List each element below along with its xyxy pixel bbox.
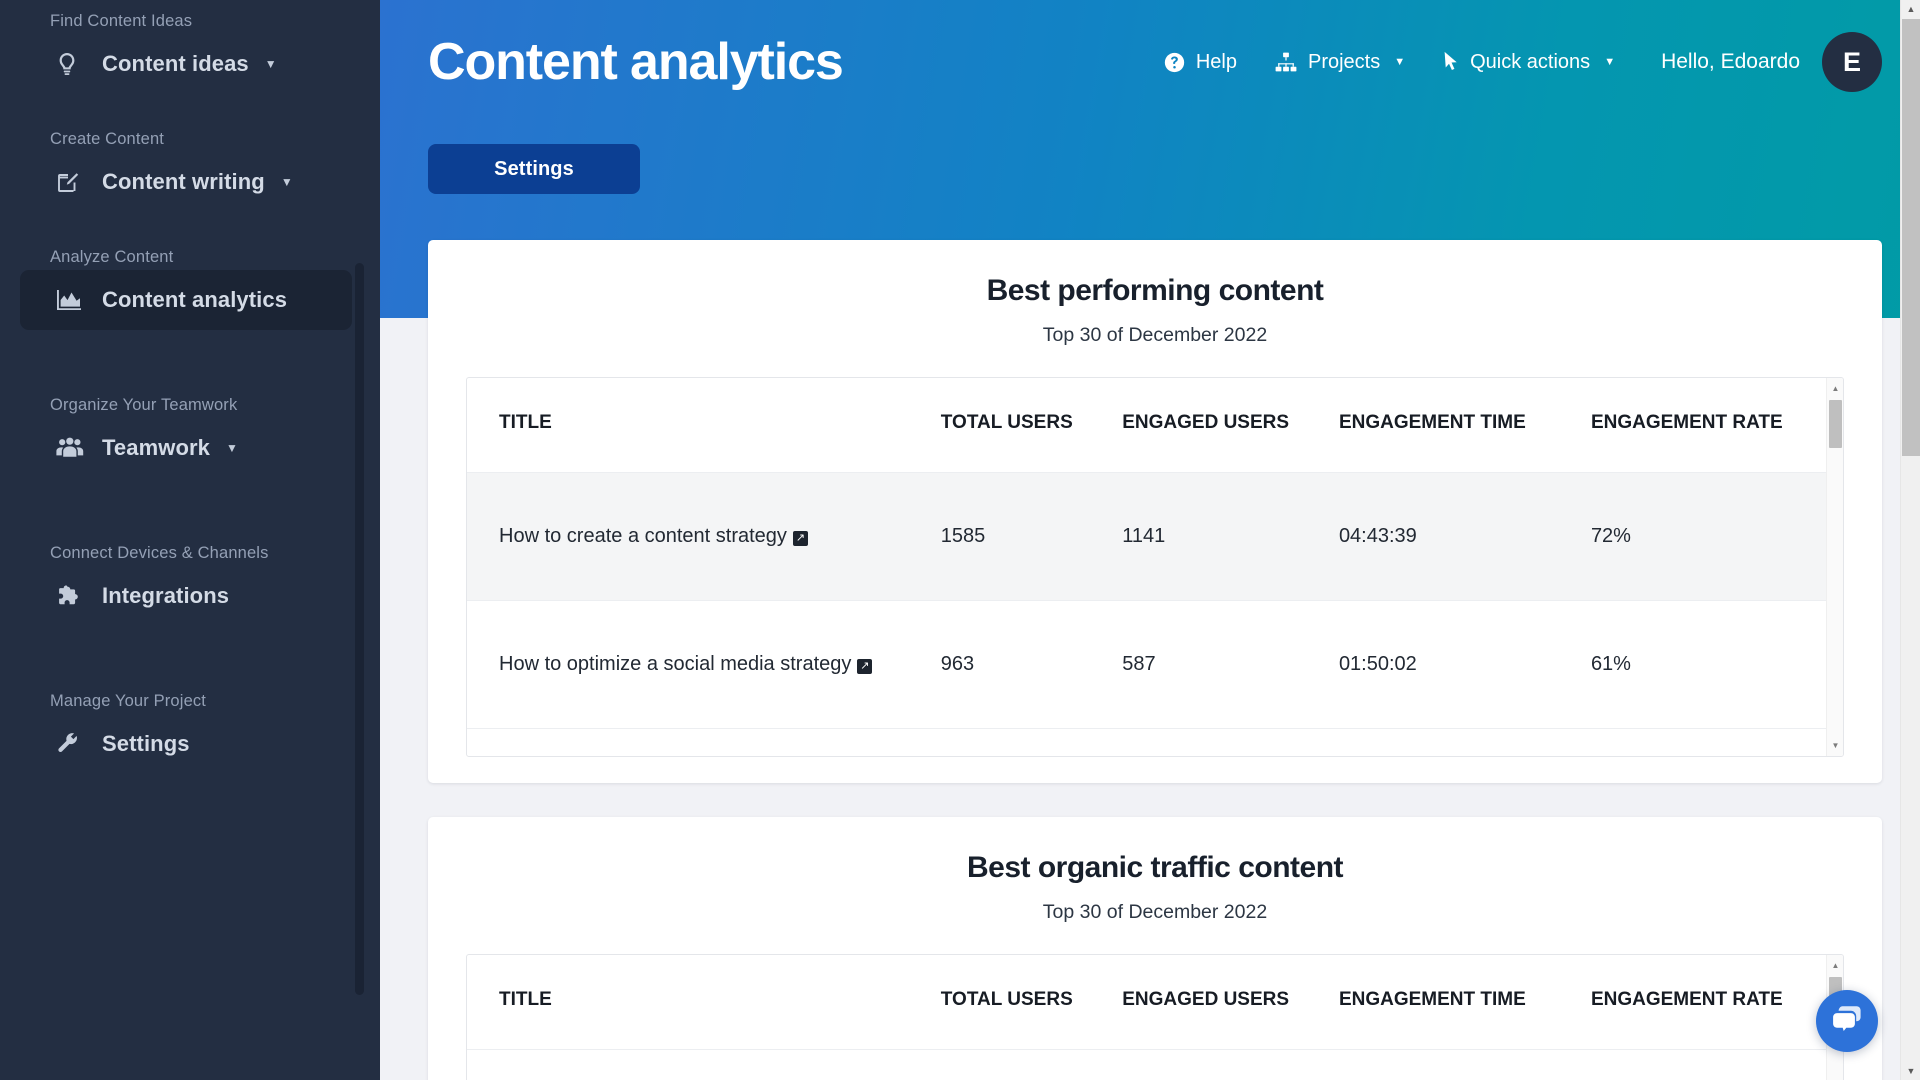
sidebar-item-label: Settings — [102, 731, 190, 756]
external-link-icon[interactable]: ↗ — [857, 658, 873, 674]
column-header-title[interactable]: TITLE — [467, 955, 941, 1050]
column-header-title[interactable]: TITLE — [467, 378, 941, 473]
cell-engagement-time: 04:43:39 — [1338, 472, 1591, 601]
card-best-performing-content: Best performing content Top 30 of Decemb… — [428, 240, 1882, 783]
cell-engagement-rate: 72% — [1590, 472, 1843, 601]
sidebar-item-content-writing[interactable]: Content writing ▼ — [20, 152, 352, 212]
content-title-link[interactable]: How to create a content strategy — [499, 525, 787, 547]
sidebar-item-content-analytics[interactable]: Content analytics — [20, 270, 352, 330]
scroll-up-arrow-icon[interactable]: ▲ — [1827, 957, 1843, 974]
lightbulb-icon — [56, 52, 86, 76]
table-container: TITLE TOTAL USERS ENGAGED USERS ENGAGEME… — [466, 954, 1844, 1080]
sidebar-item-label: Content writing — [102, 169, 265, 194]
column-header-engaged-users[interactable]: ENGAGED USERS — [1122, 955, 1339, 1050]
card-subtitle: Top 30 of December 2022 — [1042, 901, 1268, 923]
area-chart-icon — [56, 289, 86, 311]
sidebar-section-label: Connect Devices & Channels — [50, 544, 269, 562]
column-header-engagement-time[interactable]: ENGAGEMENT TIME — [1338, 378, 1591, 473]
cell-engagement-time: 01:50:02 — [1338, 600, 1591, 729]
pencil-square-icon — [56, 170, 86, 194]
page-scroll-down-arrow-icon[interactable]: ▼ — [1901, 1062, 1920, 1080]
scroll-down-arrow-icon[interactable]: ▼ — [1827, 737, 1843, 754]
table-scrollbar-thumb[interactable] — [1829, 400, 1842, 448]
best-organic-traffic-table: TITLE TOTAL USERS ENGAGED USERS ENGAGEME… — [467, 955, 1843, 1050]
table-row[interactable]: How to create a content strategy ↗ 1585 1… — [467, 472, 1843, 601]
external-link-icon[interactable]: ↗ — [792, 530, 808, 546]
column-header-total-users[interactable]: TOTAL USERS — [940, 378, 1123, 473]
column-header-engagement-rate[interactable]: ENGAGEMENT RATE — [1590, 378, 1843, 473]
cell-engagement-rate: 61% — [1590, 600, 1843, 729]
column-header-total-users[interactable]: TOTAL USERS — [940, 955, 1123, 1050]
cell-total-users: 1585 — [940, 472, 1123, 601]
cell-total-users: 963 — [940, 600, 1123, 729]
sidebar-scrollbar-track[interactable] — [355, 0, 372, 1080]
cell-title: How to create a content strategy ↗ — [467, 472, 941, 601]
table-header-row: TITLE TOTAL USERS ENGAGED USERS ENGAGEME… — [467, 378, 1843, 473]
scroll-up-arrow-icon[interactable]: ▲ — [1827, 380, 1843, 397]
sidebar-item-teamwork[interactable]: Teamwork ▼ — [20, 418, 352, 478]
sidebar-item-label: Teamwork — [102, 435, 210, 460]
sidebar-item-integrations[interactable]: Integrations — [20, 566, 352, 626]
chat-bubble-icon — [1831, 1004, 1863, 1039]
sidebar: Find Content Ideas Content ideas ▼ Creat… — [0, 0, 380, 1080]
sidebar-section-label: Create Content — [50, 130, 164, 148]
page-scrollbar-thumb[interactable] — [1902, 19, 1920, 456]
column-header-engaged-users[interactable]: ENGAGED USERS — [1122, 378, 1339, 473]
puzzle-piece-icon — [56, 584, 86, 608]
content-scroll-area: Best performing content Top 30 of Decemb… — [380, 0, 1920, 1080]
app-root: Find Content Ideas Content ideas ▼ Creat… — [0, 0, 1920, 1080]
chevron-down-icon[interactable]: ▼ — [281, 176, 293, 188]
page-scroll-up-arrow-icon[interactable]: ▲ — [1901, 0, 1920, 18]
best-performing-table: TITLE TOTAL USERS ENGAGED USERS ENGAGEME… — [467, 378, 1843, 729]
sidebar-section-label: Organize Your Teamwork — [50, 396, 238, 414]
table-row[interactable]: How to optimize a social media strategy ↗… — [467, 600, 1843, 729]
sidebar-item-settings[interactable]: Settings — [20, 714, 352, 774]
sidebar-item-label: Content ideas — [102, 51, 249, 76]
card-title: Best organic traffic content — [966, 851, 1344, 884]
sidebar-item-label: Integrations — [102, 583, 230, 608]
cell-engaged-users: 1141 — [1122, 472, 1339, 601]
content-title-link[interactable]: How to optimize a social media strategy — [499, 653, 851, 675]
users-group-icon — [56, 437, 86, 459]
chat-widget-button[interactable] — [1816, 990, 1878, 1052]
cell-title: How to optimize a social media strategy ↗ — [467, 600, 941, 729]
card-title: Best performing content — [986, 274, 1324, 307]
column-header-engagement-time[interactable]: ENGAGEMENT TIME — [1338, 955, 1591, 1050]
sidebar-scrollbar-thumb[interactable] — [355, 263, 364, 995]
card-subtitle: Top 30 of December 2022 — [1042, 324, 1268, 346]
card-best-organic-traffic-content: Best organic traffic content Top 30 of D… — [428, 817, 1882, 1080]
table-container: TITLE TOTAL USERS ENGAGED USERS ENGAGEME… — [466, 377, 1844, 757]
chevron-down-icon[interactable]: ▼ — [265, 58, 277, 70]
sidebar-section-label: Analyze Content — [50, 248, 174, 266]
table-header-row: TITLE TOTAL USERS ENGAGED USERS ENGAGEME… — [467, 955, 1843, 1050]
page-scrollbar[interactable]: ▲ ▼ — [1900, 0, 1920, 1080]
sidebar-section-label: Find Content Ideas — [50, 12, 193, 30]
chevron-down-icon[interactable]: ▼ — [226, 442, 238, 454]
sidebar-item-content-ideas[interactable]: Content ideas ▼ — [20, 34, 352, 94]
sidebar-section-label: Manage Your Project — [50, 692, 207, 710]
main-area: Content analytics Help Projects ▼ Quick … — [380, 0, 1920, 1080]
cell-engaged-users: 587 — [1122, 600, 1339, 729]
sidebar-item-label: Content analytics — [102, 287, 288, 312]
table-scrollbar[interactable]: ▲ ▼ — [1826, 378, 1843, 756]
wrench-icon — [56, 732, 86, 756]
column-header-engagement-rate[interactable]: ENGAGEMENT RATE — [1590, 955, 1843, 1050]
